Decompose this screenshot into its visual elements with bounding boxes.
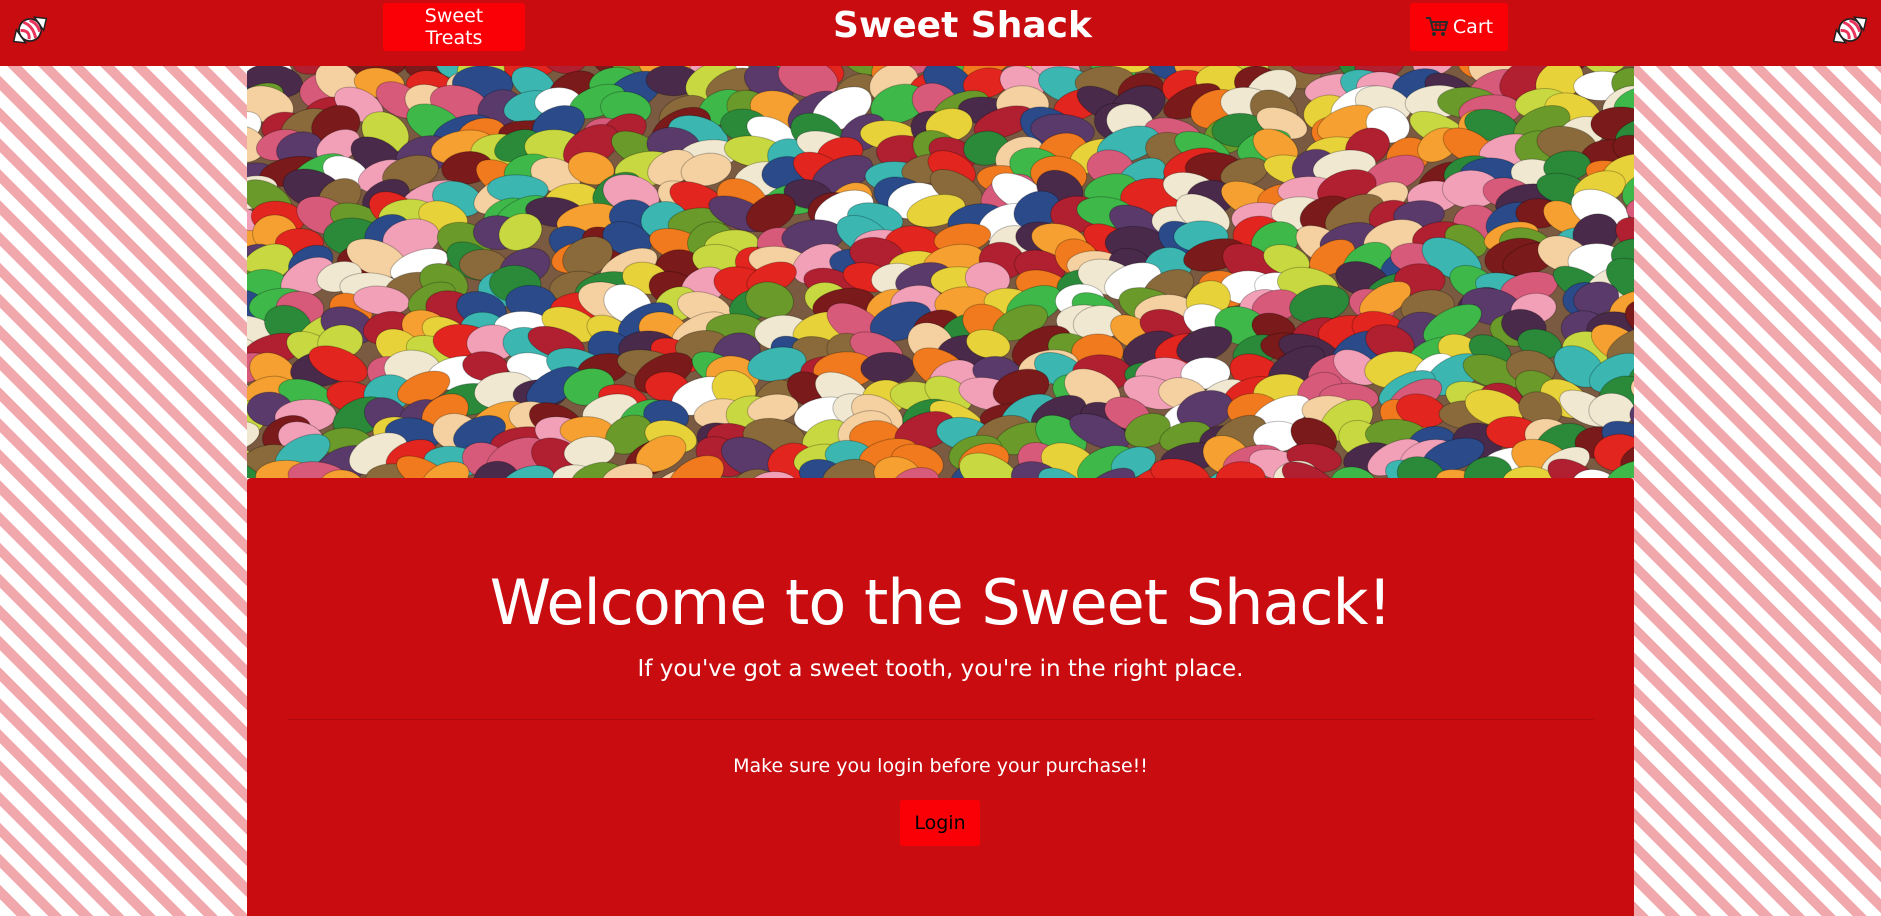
cart-button[interactable]: Cart <box>1410 3 1508 51</box>
login-reminder: Make sure you login before your purchase… <box>733 755 1148 777</box>
jelly-beans-photo <box>247 66 1634 478</box>
welcome-lead: If you've got a sweet tooth, you're in t… <box>637 656 1244 682</box>
candy-icon <box>12 16 48 44</box>
brand-title[interactable]: Sweet Shack <box>720 0 1205 50</box>
cart-icon <box>1425 17 1449 36</box>
cart-label: Cart <box>1452 16 1494 38</box>
welcome-jumbotron: Welcome to the Sweet Shack! If you've go… <box>247 478 1634 916</box>
sweet-treats-button[interactable]: Sweet Treats <box>383 3 525 51</box>
jelly-beans-hero-image <box>247 66 1634 478</box>
welcome-heading: Welcome to the Sweet Shack! <box>489 566 1393 639</box>
top-navbar: Sweet Treats Sweet Shack Cart <box>0 0 1881 66</box>
candy-icon <box>1832 16 1868 44</box>
login-button[interactable]: Login <box>900 800 980 846</box>
divider <box>287 719 1594 720</box>
